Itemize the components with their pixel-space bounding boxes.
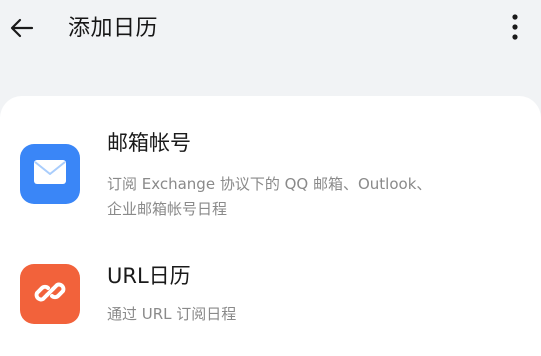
option-description: 订阅 Exchange 协议下的 QQ 邮箱、Outlook、 企业邮箱帐号日程 (107, 172, 527, 222)
app-bar: 添加日历 (0, 0, 541, 62)
mail-account-option[interactable]: 邮箱帐号 订阅 Exchange 协议下的 QQ 邮箱、Outlook、 企业邮… (0, 126, 541, 226)
mail-account-icon-tile (20, 144, 80, 204)
envelope-icon (33, 159, 67, 189)
option-description-line: 订阅 Exchange 协议下的 QQ 邮箱、Outlook、 (107, 175, 432, 193)
link-icon (33, 275, 67, 313)
more-vertical-icon (512, 13, 518, 45)
arrow-left-icon (10, 18, 34, 42)
page-title: 添加日历 (68, 16, 159, 41)
option-title: 邮箱帐号 (107, 131, 191, 155)
option-title: URL日历 (107, 264, 191, 288)
url-calendar-option[interactable]: URL日历 通过 URL 订阅日程 (0, 256, 541, 330)
back-button[interactable] (6, 14, 38, 46)
more-options-button[interactable] (503, 12, 527, 46)
url-calendar-icon-tile (20, 264, 80, 324)
option-description-line: 企业邮箱帐号日程 (107, 200, 228, 218)
option-description: 通过 URL 订阅日程 (107, 305, 237, 323)
